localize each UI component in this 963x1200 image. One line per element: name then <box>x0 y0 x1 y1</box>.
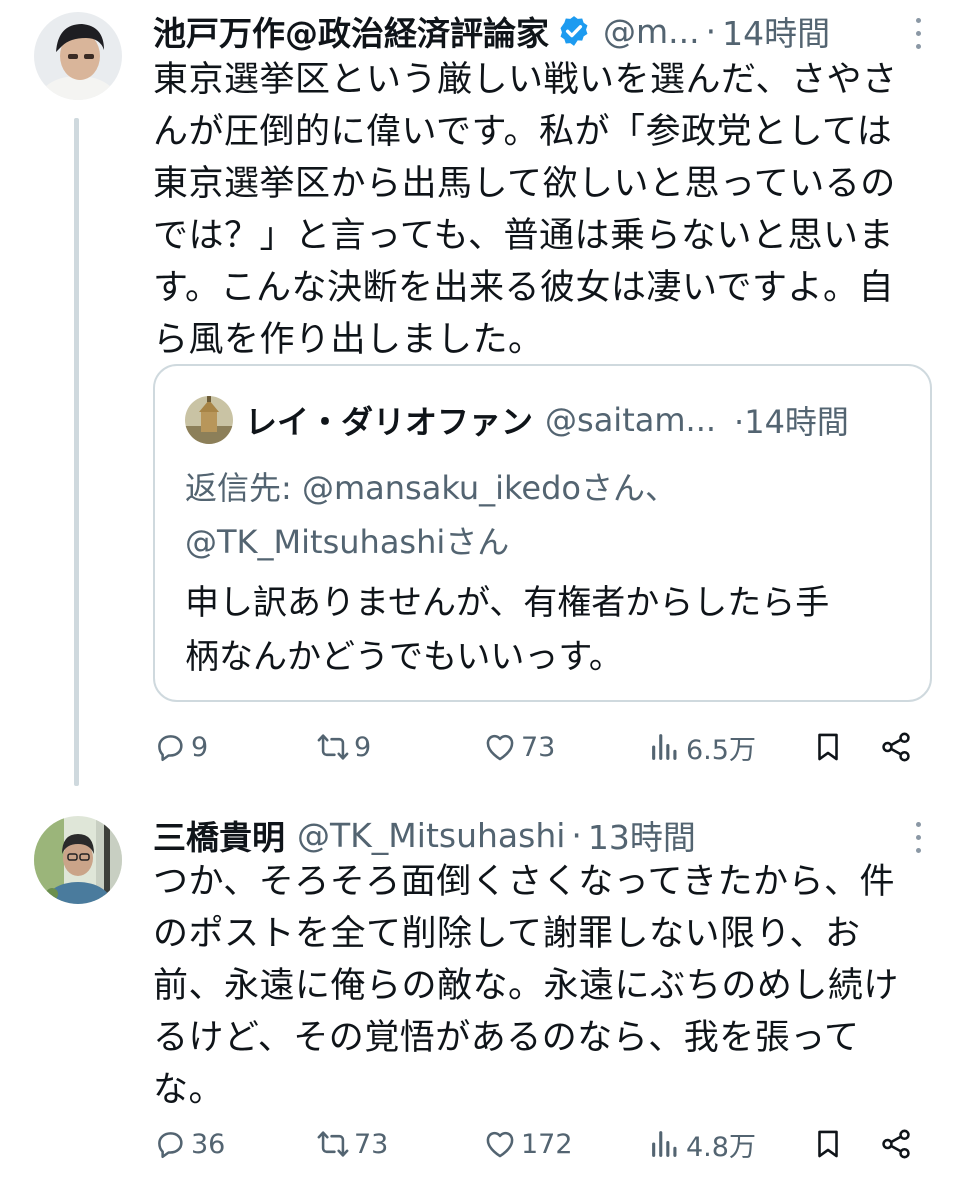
retweet-icon <box>317 1131 349 1157</box>
text-line: 申し訳ありませんが、有権者からしたら手 <box>185 583 830 623</box>
more-icon[interactable] <box>913 16 923 52</box>
text-line: んが圧倒的に偉いです。私が「参政党としては <box>153 112 893 152</box>
text-line: す。こんな決断を出来る彼女は凄いですよ。自 <box>153 268 894 308</box>
share-icon <box>882 1129 910 1159</box>
author-name[interactable]: 三橋貴明 <box>153 811 285 859</box>
share-button[interactable] <box>879 725 917 769</box>
reply-count: 36 <box>191 1128 226 1160</box>
tweet-text: つか、そろそろ面倒くさくなってきたから、件 のポストを全て削除して謝罪しない限り… <box>153 856 933 1116</box>
author-handle[interactable]: @m... <box>603 12 700 51</box>
text-line: のポストを全て削除して謝罪しない限り、お <box>153 914 861 954</box>
tweet-text: 東京選挙区という厳しい戦いを選んだ、さやさ んが圧倒的に偉いです。私が「参政党と… <box>153 54 933 366</box>
like-count: 172 <box>521 1128 573 1160</box>
text-line: 柄なんかどうでもいいっす。 <box>185 637 623 677</box>
tweet[interactable]: 三橋貴明 @TK_Mitsuhashi · 13時間 つか、そろそろ面倒くさくな… <box>0 790 963 1200</box>
author-avatar[interactable] <box>34 12 122 100</box>
author-name[interactable]: 池戸万作@政治経済評論家 <box>153 7 549 55</box>
author-handle[interactable]: @TK_Mitsuhashi <box>297 816 565 855</box>
tweet-header: 池戸万作@政治経済評論家 @m... · 14時間 <box>153 8 830 54</box>
bookmark-button[interactable] <box>811 725 849 769</box>
text-line: るけど、その覚悟があるのなら、我を張って <box>153 1018 860 1058</box>
reply-mention[interactable]: @TK_Mitsuhashiさん <box>185 515 885 569</box>
tweet-actions-bar: 9 9 73 6.5万 <box>153 725 923 769</box>
like-count: 73 <box>521 731 556 763</box>
quoted-author-avatar[interactable] <box>185 396 233 444</box>
timestamp[interactable]: 14時間 <box>722 7 830 55</box>
bookmark-button[interactable] <box>811 1122 849 1166</box>
views-icon <box>652 734 677 760</box>
like-icon <box>486 734 514 761</box>
reply-to-line: 返信先: @mansaku_ikedoさん、 @TK_Mitsuhashiさん <box>185 461 885 569</box>
views-button[interactable]: 6.5万 <box>648 725 756 769</box>
retweet-count: 73 <box>354 1128 389 1160</box>
tweet-header: 三橋貴明 @TK_Mitsuhashi · 13時間 <box>153 812 696 858</box>
tweet-actions-bar: 36 73 172 4.8万 <box>153 1122 923 1166</box>
retweet-button[interactable]: 9 <box>316 725 371 769</box>
text-line: では？」と言っても、普通は乗らないと思いま <box>153 216 894 256</box>
thread-connector-line <box>74 118 79 786</box>
text-line: な。 <box>153 1070 225 1110</box>
text-line: 東京選挙区という厳しい戦いを選んだ、さやさ <box>153 60 898 100</box>
bookmark-icon <box>818 733 838 761</box>
reply-icon <box>158 1132 183 1159</box>
like-button[interactable]: 73 <box>483 725 555 769</box>
text-line: ら風を作り出しました。 <box>153 320 544 360</box>
more-icon[interactable] <box>913 820 923 856</box>
reply-count: 9 <box>191 731 209 763</box>
like-icon <box>486 1131 514 1158</box>
quoted-tweet-header: レイ・ダリオファン @saitam... ·14時間 <box>245 396 849 444</box>
reply-mention[interactable]: @mansaku_ikedoさん、 <box>302 469 677 507</box>
separator-dot: · <box>705 11 717 51</box>
quoted-tweet-text: 申し訳ありませんが、有権者からしたら手 柄なんかどうでもいいっす。 <box>185 576 905 684</box>
text-line: 東京選挙区から出馬して欲しいと思っているの <box>153 164 896 204</box>
reply-button[interactable]: 9 <box>153 725 208 769</box>
timestamp[interactable]: 13時間 <box>588 811 696 859</box>
separator-dot: · <box>571 815 582 855</box>
views-count: 6.5万 <box>686 734 756 766</box>
text-line: 前、永遠に俺らの敵な。永遠にぶちのめし続け <box>153 966 899 1006</box>
verified-badge-icon <box>557 14 591 48</box>
bookmark-icon <box>818 1130 838 1158</box>
author-avatar[interactable] <box>34 816 122 904</box>
reply-icon <box>158 735 183 762</box>
quoted-author-handle: @saitam... <box>545 401 717 439</box>
quoted-tweet-card[interactable]: レイ・ダリオファン @saitam... ·14時間 返信先: @mansaku… <box>153 364 932 702</box>
views-count: 4.8万 <box>686 1131 756 1163</box>
text-line: つか、そろそろ面倒くさくなってきたから、件 <box>153 862 896 902</box>
tweet[interactable]: 池戸万作@政治経済評論家 @m... · 14時間 東京選挙区という厳しい戦いを… <box>0 0 963 790</box>
retweet-icon <box>317 734 349 760</box>
views-icon <box>652 1131 677 1157</box>
quoted-author-name: レイ・ダリオファン <box>245 403 534 441</box>
share-icon <box>882 732 910 762</box>
retweet-count: 9 <box>354 731 372 763</box>
quoted-timestamp: ·14時間 <box>734 403 849 441</box>
share-button[interactable] <box>879 1122 917 1166</box>
like-button[interactable]: 172 <box>483 1122 573 1166</box>
views-button[interactable]: 4.8万 <box>648 1122 756 1166</box>
reply-button[interactable]: 36 <box>153 1122 225 1166</box>
retweet-button[interactable]: 73 <box>316 1122 388 1166</box>
reply-to-label: 返信先: <box>185 469 292 507</box>
